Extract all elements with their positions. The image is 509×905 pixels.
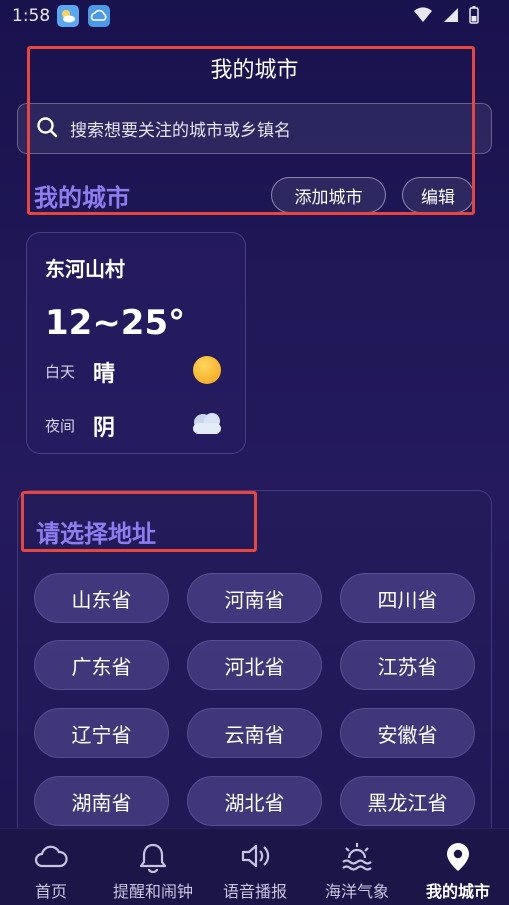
speaker-icon: [239, 841, 271, 875]
temperature-range: 12~25°: [45, 303, 186, 343]
province-button[interactable]: 山东省: [34, 573, 169, 623]
signal-icon: [443, 7, 459, 23]
sunrise-waves-icon: [340, 841, 374, 877]
location-pin-icon: [444, 841, 472, 877]
day-weather: 晴: [93, 362, 116, 387]
province-button[interactable]: 云南省: [187, 708, 322, 758]
province-button[interactable]: 广东省: [34, 640, 169, 690]
province-button[interactable]: 河南省: [187, 573, 322, 623]
weather-app-icon: [57, 5, 79, 27]
night-weather: 阴: [93, 416, 116, 441]
annotation-box-header: [27, 46, 475, 215]
bell-icon: [138, 841, 168, 877]
province-button[interactable]: 辽宁省: [34, 708, 169, 758]
province-button[interactable]: 四川省: [340, 573, 475, 623]
wifi-icon: [413, 7, 433, 23]
cloud-icon: [34, 841, 68, 875]
province-button[interactable]: 黑龙江省: [340, 776, 475, 826]
status-time: 1:58: [12, 6, 51, 26]
nav-label: 首页: [34, 882, 67, 901]
cloud-icon: [189, 409, 225, 443]
bottom-nav: 首页 提醒和闹钟 语音播报 海洋气象 我的城市: [0, 828, 509, 905]
sun-icon: [193, 356, 221, 384]
nav-label: 语音播报: [222, 882, 287, 901]
nav-item-reminders[interactable]: 提醒和闹钟: [102, 829, 204, 905]
province-button[interactable]: 安徽省: [340, 708, 475, 758]
day-label: 白天: [45, 363, 76, 381]
city-card[interactable]: 东河山村 12~25° 白天 晴 夜间 阴: [26, 232, 246, 454]
nav-label: 我的城市: [425, 882, 490, 901]
annotation-box-address: [21, 491, 257, 552]
province-button[interactable]: 江苏省: [340, 640, 475, 690]
city-name: 东河山村: [45, 257, 125, 281]
battery-icon: [469, 6, 479, 24]
nav-label: 海洋气象: [324, 882, 389, 901]
province-button[interactable]: 湖北省: [187, 776, 322, 826]
province-button[interactable]: 河北省: [187, 640, 322, 690]
status-bar: 1:58: [0, 0, 509, 34]
province-button[interactable]: 湖南省: [34, 776, 169, 826]
cloud-app-icon: [88, 5, 110, 27]
nav-item-home[interactable]: 首页: [0, 829, 102, 905]
nav-item-my-cities[interactable]: 我的城市: [407, 829, 509, 905]
nav-label: 提醒和闹钟: [112, 882, 193, 901]
nav-item-marine-weather[interactable]: 海洋气象: [306, 829, 408, 905]
nav-item-voice-broadcast[interactable]: 语音播报: [204, 829, 306, 905]
night-label: 夜间: [45, 417, 76, 435]
